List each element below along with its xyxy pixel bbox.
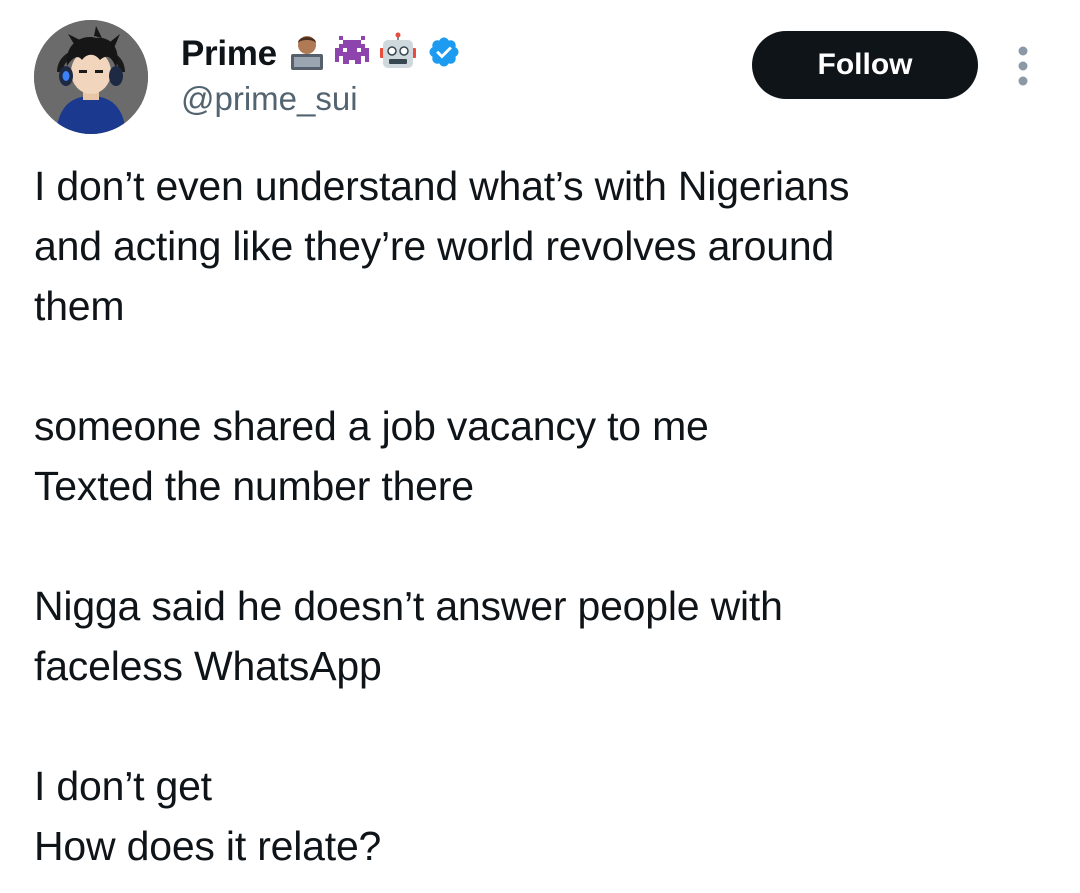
tweet-paragraph-4: I don’t get How does it relate? — [34, 756, 1034, 876]
avatar[interactable] — [34, 20, 148, 134]
tweet-line: and acting like they’re world revolves a… — [34, 223, 835, 269]
author-display-name[interactable]: Prime — [181, 34, 277, 74]
tweet-line: I don’t even understand what’s with Nige… — [34, 163, 850, 209]
more-options-icon[interactable] — [1010, 44, 1036, 88]
space-invader-icon — [331, 32, 373, 77]
verified-badge-icon[interactable] — [427, 35, 461, 74]
technologist-emoji-icon — [287, 32, 327, 77]
tweet-line: Nigga said he doesn’t answer people with — [34, 583, 783, 629]
author-handle[interactable]: @prime_sui — [181, 80, 461, 118]
author-block: Prime @prime_sui — [181, 32, 461, 118]
tweet-paragraph-1: I don’t even understand what’s with Nige… — [34, 156, 1034, 336]
tweet-line: Texted the number there — [34, 463, 474, 509]
tweet-header: Prime @prime_sui Follow — [34, 20, 1044, 136]
tweet-line: How does it relate? — [34, 823, 382, 869]
tweet-line: someone shared a job vacancy to me — [34, 403, 709, 449]
robot-icon — [377, 32, 419, 77]
avatar-illustration — [34, 20, 148, 134]
tweet-line: I don’t get — [34, 763, 212, 809]
follow-button[interactable]: Follow — [752, 31, 978, 99]
tweet-text: I don’t even understand what’s with Nige… — [34, 156, 1034, 876]
tweet-paragraph-3: Nigga said he doesn’t answer people with… — [34, 576, 1034, 696]
tweet: Prime @prime_sui Follow I don’t even und… — [0, 0, 1080, 893]
name-row: Prime — [181, 32, 461, 76]
tweet-line: them — [34, 283, 125, 329]
tweet-paragraph-2: someone shared a job vacancy to me Texte… — [34, 396, 1034, 516]
tweet-line: faceless WhatsApp — [34, 643, 382, 689]
